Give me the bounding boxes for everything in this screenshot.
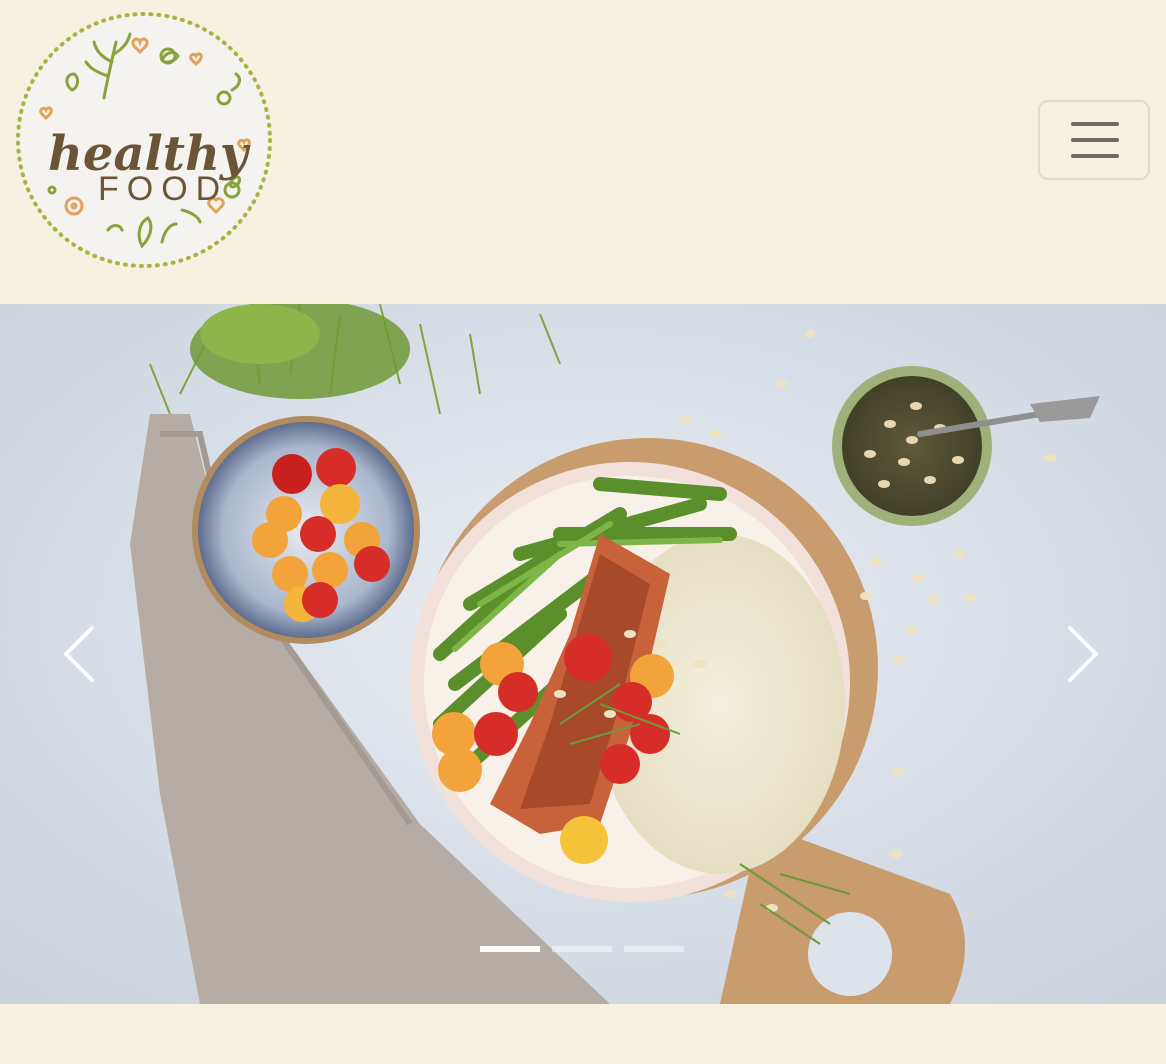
hero-carousel: [0, 304, 1166, 1004]
hamburger-bar: [1071, 154, 1119, 158]
chevron-right-icon: [1068, 626, 1098, 682]
hamburger-menu-icon: [1071, 122, 1119, 126]
carousel-indicator-3[interactable]: [624, 946, 684, 952]
menu-toggle-button[interactable]: [1038, 100, 1150, 180]
site-header: healthy FOOD: [0, 0, 1166, 304]
salmon-bowl-photo: [0, 304, 1166, 1004]
carousel-indicators: [480, 946, 684, 952]
carousel-next-button[interactable]: [1054, 614, 1114, 694]
carousel-prev-button[interactable]: [48, 614, 108, 694]
healthy-food-badge-icon: healthy FOOD: [16, 12, 272, 268]
page-section-below-hero: [0, 1004, 1166, 1064]
chevron-left-icon: [64, 626, 94, 682]
logo-text-food: FOOD: [98, 170, 228, 208]
carousel-indicator-1[interactable]: [480, 946, 540, 952]
site-logo[interactable]: healthy FOOD: [12, 10, 276, 270]
carousel-indicator-2[interactable]: [552, 946, 612, 952]
hamburger-bar: [1071, 138, 1119, 142]
